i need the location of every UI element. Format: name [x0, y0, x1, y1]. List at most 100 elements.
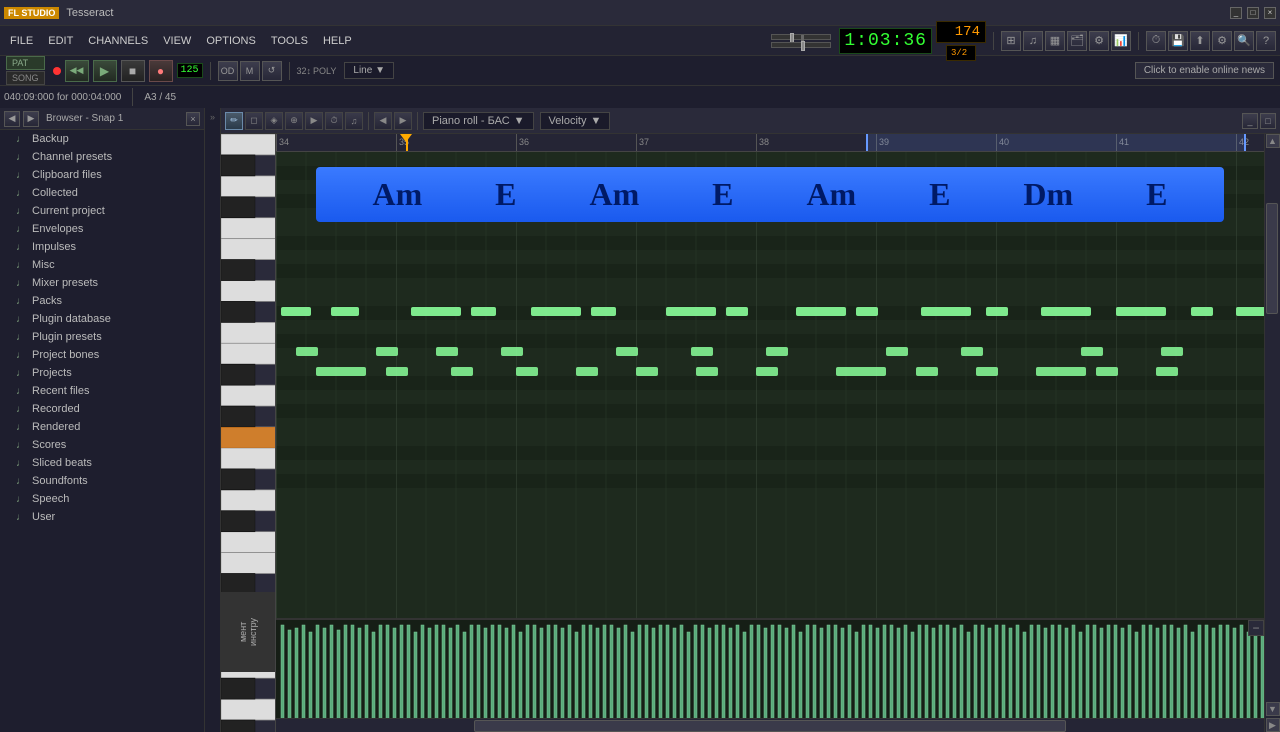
pr-minimize[interactable]: _ — [1242, 113, 1258, 129]
cpu-icon[interactable]: ⏱ — [1146, 31, 1166, 51]
sidebar-item-clipboard[interactable]: Clipboard files — [0, 166, 204, 184]
menu-tools[interactable]: TOOLS — [265, 33, 314, 49]
pr-zoom-tool[interactable]: ⊕ — [285, 112, 303, 130]
piano-note — [316, 367, 366, 376]
export-icon[interactable]: ⬆ — [1190, 31, 1210, 51]
sidebar-item-packs[interactable]: Packs — [0, 292, 204, 310]
maximize-btn[interactable]: □ — [1247, 7, 1259, 19]
sidebar-close[interactable]: × — [186, 112, 200, 126]
pr-chord-tool[interactable]: ♫ — [345, 112, 363, 130]
close-btn[interactable]: × — [1264, 7, 1276, 19]
overdub-btn[interactable]: OD — [218, 61, 238, 81]
sidebar-item-mixer-presets[interactable]: Mixer presets — [0, 274, 204, 292]
scroll-down-btn[interactable]: ▼ — [1266, 702, 1280, 716]
piano-roll-icon[interactable]: ♫ — [1023, 31, 1043, 51]
instrument-label: инструмент — [221, 592, 275, 672]
menu-channels[interactable]: CHANNELS — [82, 33, 154, 49]
line-mode-dropdown[interactable]: Line ▼ — [344, 62, 394, 79]
song-btn[interactable]: SONG — [6, 71, 45, 85]
browser-icon[interactable]: 🗂 — [1067, 31, 1087, 51]
scroll-right-arrow[interactable]: ▶ — [1266, 718, 1280, 732]
minimize-btn[interactable]: _ — [1230, 7, 1242, 19]
folder-icon-user — [14, 512, 28, 522]
menu-help[interactable]: HELP — [317, 33, 358, 49]
menu-file[interactable]: FILE — [4, 33, 39, 49]
metro-btn[interactable]: M — [240, 61, 260, 81]
sidebar-label-plugin-database: Plugin database — [32, 313, 111, 325]
pr-select-tool[interactable]: ◻ — [245, 112, 263, 130]
sidebar-item-recorded[interactable]: Recorded — [0, 400, 204, 418]
pr-draw-tool[interactable]: ✏ — [225, 112, 243, 130]
note-grid[interactable]: Am E Am E Am E Dm E — [276, 152, 1264, 618]
news-bar[interactable]: Click to enable online news — [1135, 62, 1274, 79]
sidebar-item-current-project[interactable]: Current project — [0, 202, 204, 220]
sidebar-item-user[interactable]: User — [0, 508, 204, 526]
sidebar-nav-forward[interactable]: ▶ — [23, 111, 39, 127]
pattern-icon[interactable]: ▦ — [1045, 31, 1065, 51]
folder-icon-impulses — [14, 242, 28, 252]
pr-maximize[interactable]: □ — [1260, 113, 1276, 129]
sidebar-item-backup[interactable]: Backup — [0, 130, 204, 148]
sidebar-item-soundfonts[interactable]: Soundfonts — [0, 472, 204, 490]
sidebar-item-projects[interactable]: Projects — [0, 364, 204, 382]
graph-icon[interactable]: 📊 — [1111, 31, 1131, 51]
sidebar-item-envelopes[interactable]: Envelopes — [0, 220, 204, 238]
sidebar-item-speech[interactable]: Speech — [0, 490, 204, 508]
sidebar-item-plugin-database[interactable]: Plugin database — [0, 310, 204, 328]
menu-view[interactable]: VIEW — [157, 33, 197, 49]
vertical-scrollbar[interactable]: ▲ ▼ ▶ — [1264, 134, 1280, 732]
piano-note — [331, 307, 359, 316]
folder-icon-clipboard — [14, 170, 28, 180]
sidebar-item-recent-files[interactable]: Recent files — [0, 382, 204, 400]
piano-note — [281, 307, 311, 316]
sidebar-item-scores[interactable]: Scores — [0, 436, 204, 454]
sidebar-item-project-bones[interactable]: Project bones — [0, 346, 204, 364]
piano-note — [411, 307, 461, 316]
horizontal-scrollbar[interactable] — [276, 718, 1264, 732]
sidebar-item-collected[interactable]: Collected — [0, 184, 204, 202]
sidebar-item-channel-presets[interactable]: Channel presets — [0, 148, 204, 166]
play-btn[interactable]: ▶ — [93, 60, 117, 82]
sidebar-item-sliced-beats[interactable]: Sliced beats — [0, 454, 204, 472]
ruler-mark-34: 34 — [276, 134, 289, 152]
folder-icon-collected — [14, 188, 28, 198]
save-icon[interactable]: 💾 — [1168, 31, 1188, 51]
folder-icon-recent — [14, 386, 28, 396]
piano-note — [856, 307, 878, 316]
menu-options[interactable]: OPTIONS — [200, 33, 262, 49]
back-btn[interactable]: ◀◀ — [65, 60, 89, 82]
plugin-icon[interactable]: ⚙ — [1089, 31, 1109, 51]
loop-start — [866, 134, 1246, 152]
sidebar-item-misc[interactable]: Misc — [0, 256, 204, 274]
piano-note — [516, 367, 538, 376]
pr-snap-right[interactable]: ▶ — [394, 112, 412, 130]
ruler-mark-38: 38 — [756, 134, 769, 152]
loop-btn[interactable]: ↺ — [262, 61, 282, 81]
pat-btn[interactable]: PAT — [6, 56, 45, 70]
chord-E3: E — [929, 176, 950, 213]
record-btn[interactable]: ● — [149, 60, 173, 82]
mixer-icon[interactable]: ⊞ — [1001, 31, 1021, 51]
velocity-minus[interactable]: − — [1248, 620, 1264, 636]
pr-erase-tool[interactable]: ◈ — [265, 112, 283, 130]
pr-playback-tool[interactable]: ▶ — [305, 112, 323, 130]
playhead-arrow — [400, 134, 412, 142]
expand-arrow[interactable]: » — [210, 112, 215, 122]
stop-btn[interactable]: ■ — [121, 60, 145, 82]
sidebar-item-plugin-presets[interactable]: Plugin presets — [0, 328, 204, 346]
help-icon[interactable]: ? — [1256, 31, 1276, 51]
sidebar-nav-back[interactable]: ◀ — [4, 111, 20, 127]
piano-note — [796, 307, 846, 316]
menu-edit[interactable]: EDIT — [42, 33, 79, 49]
settings-icon[interactable]: ⚙ — [1212, 31, 1232, 51]
sidebar-item-rendered[interactable]: Rendered — [0, 418, 204, 436]
pr-title-dropdown[interactable]: Piano roll - БАС ▼ — [423, 112, 534, 130]
pr-mode-dropdown[interactable]: Velocity ▼ — [540, 112, 611, 130]
search-icon[interactable]: 🔍 — [1234, 31, 1254, 51]
sidebar-item-impulses[interactable]: Impulses — [0, 238, 204, 256]
position-display: 040:09:000 for 000:04:000 — [4, 92, 121, 103]
scroll-up-btn[interactable]: ▲ — [1266, 134, 1280, 148]
folder-icon-envelopes — [14, 224, 28, 234]
pr-time-tool[interactable]: ⏱ — [325, 112, 343, 130]
pr-snap-left[interactable]: ◀ — [374, 112, 392, 130]
